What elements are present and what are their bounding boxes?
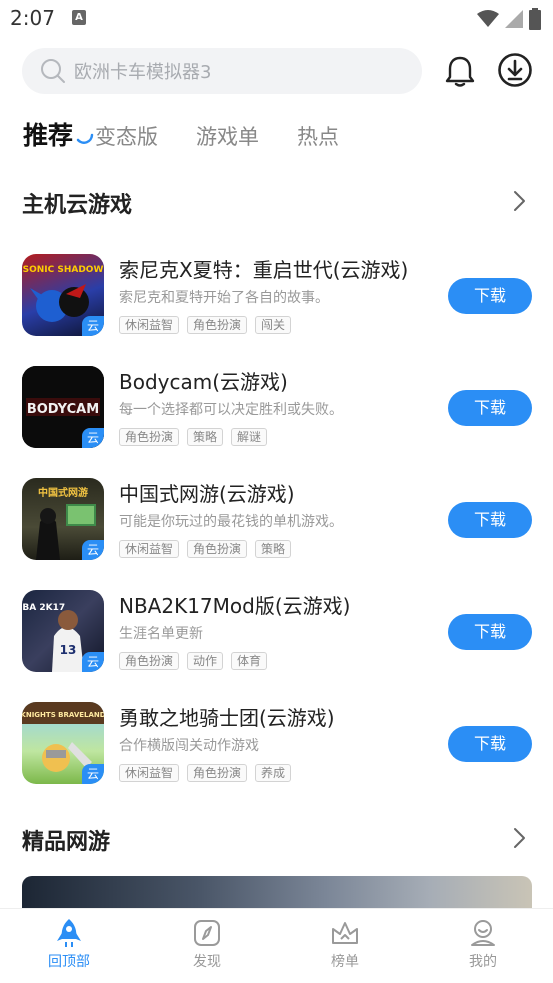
tag[interactable]: 角色扮演 [119,652,180,670]
rocket-icon [57,919,81,947]
game-icon[interactable]: BODYCAM 云 [22,366,104,448]
bottom-nav: 回顶部 发现 榜单 我的 [0,908,553,983]
tag[interactable]: 休闲益智 [119,764,180,782]
tag[interactable]: 养成 [255,764,292,782]
tag[interactable]: 闯关 [255,316,292,334]
game-row[interactable]: BODYCAM 云 Bodycam(云游戏) 每一个选择都可以决定胜利或失败。 … [22,366,532,448]
game-row[interactable]: KNIGHTS BRAVELAND 云 勇敢之地骑士团(云游戏) 合作横版闯关动… [22,702,532,784]
game-icon-label: BODYCAM [27,402,99,417]
crown-icon [332,922,358,944]
search-placeholder: 欧洲卡车模拟器3 [74,62,212,83]
cloud-badge: 云 [82,540,104,560]
tag[interactable]: 角色扮演 [187,764,248,782]
tag[interactable]: 角色扮演 [187,540,248,558]
game-tags: 角色扮演 动作 体育 [119,652,268,670]
status-time: 2:07 [10,6,55,30]
download-button[interactable]: 下载 [448,502,532,538]
cloud-badge: 云 [82,764,104,784]
profile-icon [471,920,495,946]
nav-label: 我的 [469,954,497,970]
game-description: 合作横版闯关动作游戏 [119,738,259,754]
game-tags: 角色扮演 策略 解谜 [119,428,268,446]
chevron-right-icon[interactable] [513,827,527,849]
game-description: 可能是你玩过的最花钱的单机游戏。 [119,514,343,530]
download-button[interactable]: 下载 [448,390,532,426]
game-row[interactable]: 中国式网游 云 中国式网游(云游戏) 可能是你玩过的最花钱的单机游戏。 休闲益智… [22,478,532,560]
tag[interactable]: 动作 [187,652,224,670]
chevron-right-icon[interactable] [513,190,527,212]
category-tabs: 推荐 变态版 游戏单 热点 [23,116,377,152]
tag[interactable]: 休闲益智 [119,316,180,334]
cloud-badge: 云 [82,428,104,448]
nav-label: 榜单 [331,954,359,970]
system-icons [477,8,541,30]
game-title[interactable]: 勇敢之地骑士团(云游戏) [119,702,335,731]
cloud-badge: 云 [82,652,104,672]
tag[interactable]: 策略 [187,428,224,446]
game-title[interactable]: Bodycam(云游戏) [119,366,288,395]
svg-text:13: 13 [60,643,77,657]
game-icon-label: SONIC SHADOW [23,265,104,275]
game-title[interactable]: 中国式网游(云游戏) [119,478,295,507]
game-description: 索尼克和夏特开始了各自的故事。 [119,290,329,306]
game-icon[interactable]: 13 NBA 2K17 云 [22,590,104,672]
game-icon-label: 中国式网游 [38,486,88,499]
loading-spinner-icon [76,133,94,144]
tab-modded[interactable]: 变态版 [95,121,158,151]
tag[interactable]: 解谜 [231,428,268,446]
game-icon[interactable]: SONIC SHADOW 云 [22,254,104,336]
nav-rankings[interactable]: 榜单 [305,917,385,971]
download-button[interactable]: 下载 [448,726,532,762]
tab-recommend-label: 推荐 [23,121,74,150]
battery-icon [529,8,541,30]
game-tags: 休闲益智 角色扮演 策略 [119,540,292,558]
game-icon[interactable]: KNIGHTS BRAVELAND 云 [22,702,104,784]
bell-icon[interactable] [443,54,477,88]
tag[interactable]: 角色扮演 [119,428,180,446]
wifi-icon [477,10,499,27]
notification-icon: A [72,10,86,25]
game-title[interactable]: NBA2K17Mod版(云游戏) [119,590,350,619]
tag[interactable]: 角色扮演 [187,316,248,334]
game-icon-label: NBA 2K17 [22,603,65,613]
nav-mine[interactable]: 我的 [443,917,523,971]
section-title-online-games: 精品网游 [22,830,111,855]
status-bar: 2:07 A [0,0,553,36]
download-button[interactable]: 下载 [448,614,532,650]
nav-back-to-top[interactable]: 回顶部 [29,917,109,971]
tab-recommend[interactable]: 推荐 [23,116,94,152]
game-icon[interactable]: 中国式网游 云 [22,478,104,560]
download-button[interactable]: 下载 [448,278,532,314]
game-tags: 休闲益智 角色扮演 养成 [119,764,292,782]
tab-game-list[interactable]: 游戏单 [196,121,259,151]
game-tags: 休闲益智 角色扮演 闯关 [119,316,292,334]
tag[interactable]: 休闲益智 [119,540,180,558]
tag[interactable]: 策略 [255,540,292,558]
download-manager-icon[interactable] [497,52,533,88]
tab-hot[interactable]: 热点 [297,121,339,151]
game-row[interactable]: SONIC SHADOW 云 索尼克X夏特：重启世代(云游戏) 索尼克和夏特开始… [22,254,532,336]
nav-label: 发现 [193,954,221,970]
search-bar[interactable]: 欧洲卡车模拟器3 [22,48,422,94]
tag[interactable]: 体育 [231,652,268,670]
game-icon-label: KNIGHTS BRAVELAND [22,711,104,719]
signal-icon [505,10,523,28]
game-description: 生涯名单更新 [119,626,203,642]
nav-discover[interactable]: 发现 [167,917,247,971]
section-title-cloud-games: 主机云游戏 [22,193,133,218]
nav-label: 回顶部 [48,954,90,970]
cloud-badge: 云 [82,316,104,336]
compass-icon [194,920,220,946]
game-row[interactable]: 13 NBA 2K17 云 NBA2K17Mod版(云游戏) 生涯名单更新 角色… [22,590,532,672]
search-icon [41,59,65,83]
game-description: 每一个选择都可以决定胜利或失败。 [119,402,343,418]
game-title[interactable]: 索尼克X夏特：重启世代(云游戏) [119,254,408,283]
